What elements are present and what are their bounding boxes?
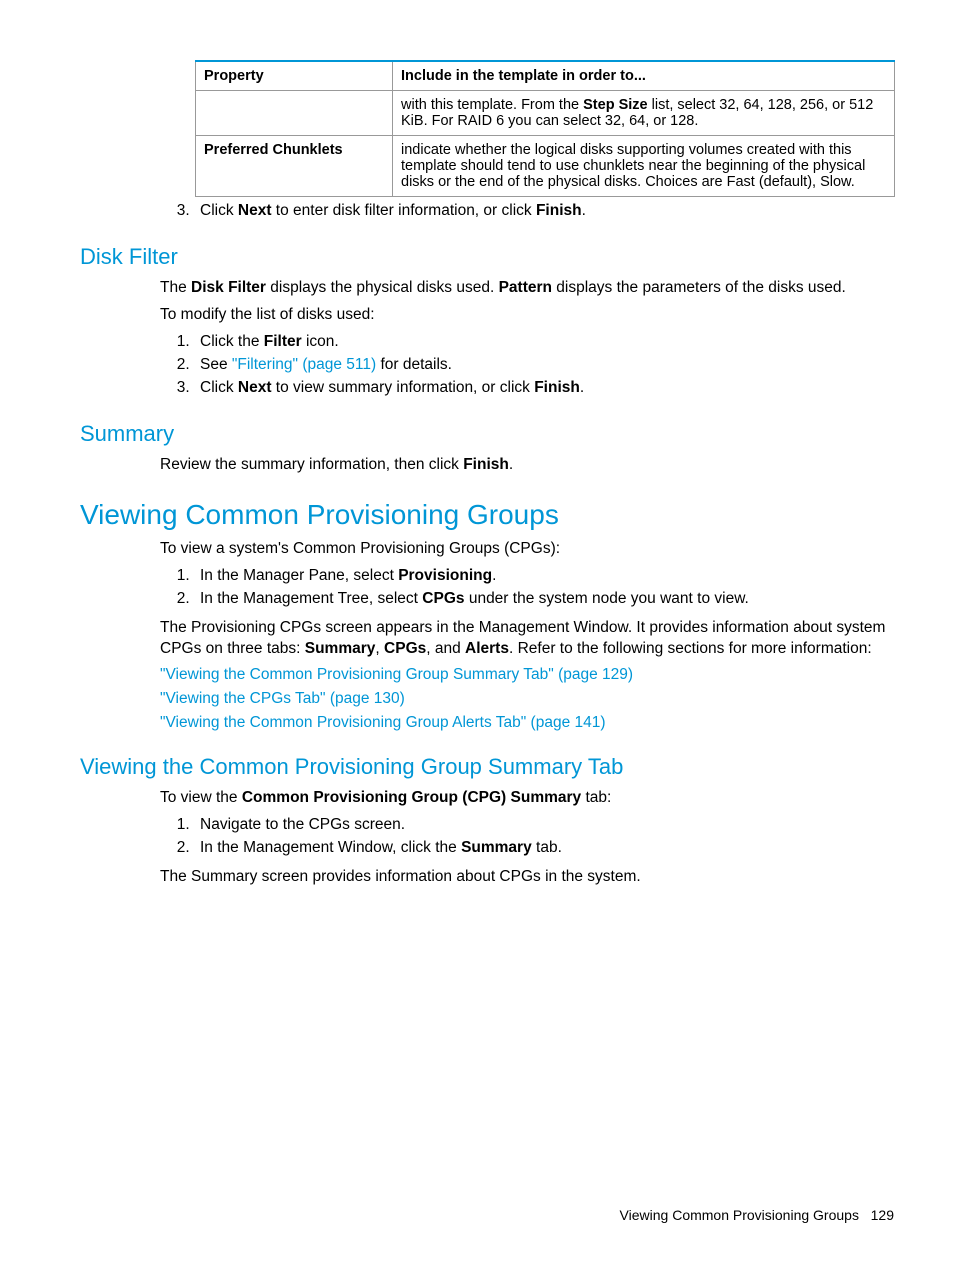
step-item: In the Management Window, click the Summ… [194,838,894,859]
link-cpg-summary-tab[interactable]: "Viewing the Common Provisioning Group S… [160,666,633,683]
heading-viewing-cpg: Viewing Common Provisioning Groups [80,499,894,531]
step-item: See "Filtering" (page 511) for details. [194,355,894,376]
table-row: Preferred Chunklets indicate whether the… [196,136,895,197]
step-item: Click Next to enter disk filter informat… [194,201,894,222]
table-cell-property [196,91,393,136]
viewing-cpg-steps: In the Manager Pane, select Provisioning… [160,566,894,610]
viewing-cpg-intro: To view a system's Common Provisioning G… [160,539,894,560]
table-cell-property: Preferred Chunklets [196,136,393,197]
disk-filter-steps: Click the Filter icon. See "Filtering" (… [160,332,894,399]
link-filtering[interactable]: "Filtering" (page 511) [232,356,376,373]
link-cpg-alerts-tab[interactable]: "Viewing the Common Provisioning Group A… [160,714,606,731]
heading-viewing-summary-tab: Viewing the Common Provisioning Group Su… [80,754,894,780]
heading-summary: Summary [80,421,894,447]
disk-filter-intro: The Disk Filter displays the physical di… [160,278,894,299]
summary-text: Review the summary information, then cli… [160,455,894,476]
table-row: with this template. From the Step Size l… [196,91,895,136]
step-item: Click Next to view summary information, … [194,378,894,399]
table-cell-desc: with this template. From the Step Size l… [393,91,895,136]
viewing-summary-tab-intro: To view the Common Provisioning Group (C… [160,788,894,809]
table-header-include: Include in the template in order to... [393,61,895,91]
viewing-cpg-para: The Provisioning CPGs screen appears in … [160,618,894,660]
viewing-summary-closing: The Summary screen provides information … [160,867,894,888]
step-item: In the Management Tree, select CPGs unde… [194,589,894,610]
heading-disk-filter: Disk Filter [80,244,894,270]
step-item: Navigate to the CPGs screen. [194,815,894,836]
step-item: Click the Filter icon. [194,332,894,353]
footer-text: Viewing Common Provisioning Groups [620,1207,859,1223]
disk-filter-modify: To modify the list of disks used: [160,305,894,326]
page-footer: Viewing Common Provisioning Groups 129 [620,1207,894,1223]
viewing-summary-tab-steps: Navigate to the CPGs screen. In the Mana… [160,815,894,859]
table-header-property: Property [196,61,393,91]
property-table: Property Include in the template in orde… [195,60,895,197]
step-item: In the Manager Pane, select Provisioning… [194,566,894,587]
table-cell-desc: indicate whether the logical disks suppo… [393,136,895,197]
link-cpgs-tab[interactable]: "Viewing the CPGs Tab" (page 130) [160,690,405,707]
step-list-pre: Click Next to enter disk filter informat… [160,201,894,222]
footer-page-number: 129 [871,1207,894,1223]
